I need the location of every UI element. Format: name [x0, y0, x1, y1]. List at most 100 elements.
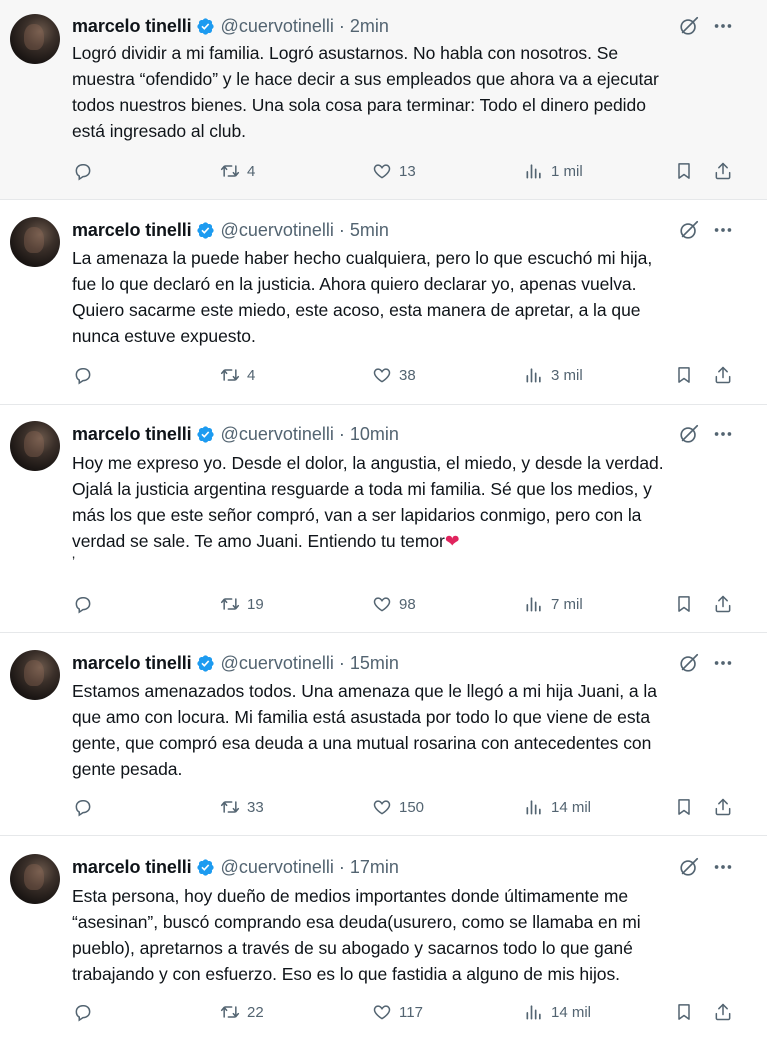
- tweet[interactable]: marcelo tinelli @cuervotinelli · 2min Lo…: [0, 0, 767, 200]
- like-count: 117: [399, 1003, 423, 1021]
- timestamp[interactable]: 10min: [350, 424, 399, 445]
- grok-icon[interactable]: [678, 423, 700, 445]
- author-name[interactable]: marcelo tinelli: [72, 653, 192, 674]
- grok-icon[interactable]: [678, 856, 700, 878]
- retweet-icon: [220, 1006, 240, 1018]
- like-button[interactable]: 13: [372, 161, 416, 181]
- timestamp[interactable]: 15min: [350, 653, 399, 674]
- timestamp[interactable]: 17min: [350, 857, 399, 878]
- bookmark-button[interactable]: [674, 1002, 694, 1022]
- like-button[interactable]: 117: [372, 1002, 423, 1022]
- views-count: 1 mil: [551, 162, 583, 180]
- views-button[interactable]: 14 mil: [524, 797, 591, 817]
- reply-button[interactable]: [73, 161, 93, 181]
- author-handle[interactable]: @cuervotinelli: [221, 424, 334, 445]
- bookmark-icon: [678, 596, 690, 612]
- tweet-header: marcelo tinelli @cuervotinelli · 17min: [72, 855, 399, 879]
- tweet-header: marcelo tinelli @cuervotinelli · 10min: [72, 422, 399, 446]
- grok-icon[interactable]: [678, 219, 700, 241]
- views-icon: [526, 368, 541, 383]
- separator: ·: [338, 856, 345, 877]
- text-line: que amo con locura. Mi familia está asus…: [72, 707, 651, 727]
- tweet-actions: 33 150 14 mil: [0, 797, 767, 821]
- like-button[interactable]: 38: [372, 365, 416, 385]
- text-line: Esta persona, hoy dueño de medios import…: [72, 886, 629, 906]
- share-icon: [715, 162, 731, 180]
- tweet-actions: 19 98 7 mil: [0, 594, 767, 618]
- tweet[interactable]: marcelo tinelli @cuervotinelli · 17min E…: [0, 836, 767, 1042]
- bookmark-button[interactable]: [674, 365, 694, 385]
- avatar[interactable]: [10, 217, 60, 267]
- avatar[interactable]: [10, 854, 60, 904]
- reply-icon: [75, 800, 91, 817]
- author-handle[interactable]: @cuervotinelli: [221, 653, 334, 674]
- text-line: “asesinan”, buscó comprando esa deuda(us…: [72, 912, 641, 932]
- reply-button[interactable]: [73, 365, 93, 385]
- author-handle[interactable]: @cuervotinelli: [221, 16, 334, 37]
- bookmark-button[interactable]: [674, 161, 694, 181]
- like-button[interactable]: 98: [372, 594, 416, 614]
- retweet-icon: [220, 165, 240, 177]
- author-name[interactable]: marcelo tinelli: [72, 220, 192, 241]
- share-button[interactable]: [713, 1002, 733, 1022]
- retweet-button[interactable]: 19: [220, 594, 264, 614]
- share-button[interactable]: [713, 365, 733, 385]
- text-line: pueblo), apretarnos a través de su aboga…: [72, 938, 633, 958]
- timestamp[interactable]: 5min: [350, 220, 389, 241]
- avatar[interactable]: [10, 14, 60, 64]
- retweet-button[interactable]: 4: [220, 365, 255, 385]
- share-button[interactable]: [713, 797, 733, 817]
- author-handle[interactable]: @cuervotinelli: [221, 220, 334, 241]
- reply-icon: [75, 368, 91, 385]
- share-button[interactable]: [713, 594, 733, 614]
- avatar[interactable]: [10, 650, 60, 700]
- retweet-button[interactable]: 22: [220, 1002, 264, 1022]
- views-count: 3 mil: [551, 366, 583, 384]
- author-name[interactable]: marcelo tinelli: [72, 857, 192, 878]
- grok-icon[interactable]: [678, 15, 700, 37]
- verified-badge-icon: [196, 221, 214, 239]
- verified-badge-icon: [196, 858, 214, 876]
- tweet-text: Hoy me expreso yo. Desde el dolor, la an…: [72, 450, 752, 568]
- text-line: trabajando y con esfuerzo. Eso es lo que…: [72, 964, 620, 984]
- share-button[interactable]: [713, 161, 733, 181]
- text-line: Estamos amenazados todos. Una amenaza qu…: [72, 681, 657, 701]
- views-button[interactable]: 3 mil: [524, 365, 583, 385]
- author-name[interactable]: marcelo tinelli: [72, 424, 192, 445]
- more-options-icon[interactable]: [712, 15, 734, 37]
- reply-button[interactable]: [73, 797, 93, 817]
- heart-icon: [373, 368, 391, 383]
- more-options-icon[interactable]: [712, 652, 734, 674]
- reply-icon: [75, 1005, 91, 1022]
- views-button[interactable]: 1 mil: [524, 161, 583, 181]
- text-line: Ojalá la justicia argentina resguarde a …: [72, 479, 652, 499]
- more-options-icon[interactable]: [712, 423, 734, 445]
- retweet-count: 4: [247, 366, 256, 384]
- text-line: Quiero sacarme este miedo, este acoso, e…: [72, 300, 641, 320]
- bookmark-icon: [678, 799, 690, 815]
- tweet[interactable]: marcelo tinelli @cuervotinelli · 5min La…: [0, 200, 767, 405]
- author-handle[interactable]: @cuervotinelli: [221, 857, 334, 878]
- share-icon: [715, 798, 731, 816]
- avatar[interactable]: [10, 421, 60, 471]
- views-button[interactable]: 14 mil: [524, 1002, 591, 1022]
- reply-button[interactable]: [73, 594, 93, 614]
- more-options-icon[interactable]: [712, 219, 734, 241]
- grok-icon[interactable]: [678, 652, 700, 674]
- timestamp[interactable]: 2min: [350, 16, 389, 37]
- text-line: Logró dividir a mi familia. Logró asusta…: [72, 43, 619, 63]
- tweet[interactable]: marcelo tinelli @cuervotinelli · 15min E…: [0, 633, 767, 836]
- tweet[interactable]: marcelo tinelli @cuervotinelli · 10min H…: [0, 405, 767, 633]
- retweet-button[interactable]: 4: [220, 161, 255, 181]
- bookmark-button[interactable]: [674, 797, 694, 817]
- retweet-button[interactable]: 33: [220, 797, 264, 817]
- verified-badge-icon: [196, 654, 214, 672]
- author-name[interactable]: marcelo tinelli: [72, 16, 192, 37]
- bookmark-button[interactable]: [674, 594, 694, 614]
- views-button[interactable]: 7 mil: [524, 594, 583, 614]
- like-button[interactable]: 150: [372, 797, 424, 817]
- tweet-header: marcelo tinelli @cuervotinelli · 2min: [72, 14, 389, 38]
- more-options-icon[interactable]: [712, 856, 734, 878]
- reply-button[interactable]: [73, 1002, 93, 1022]
- views-icon: [526, 597, 541, 612]
